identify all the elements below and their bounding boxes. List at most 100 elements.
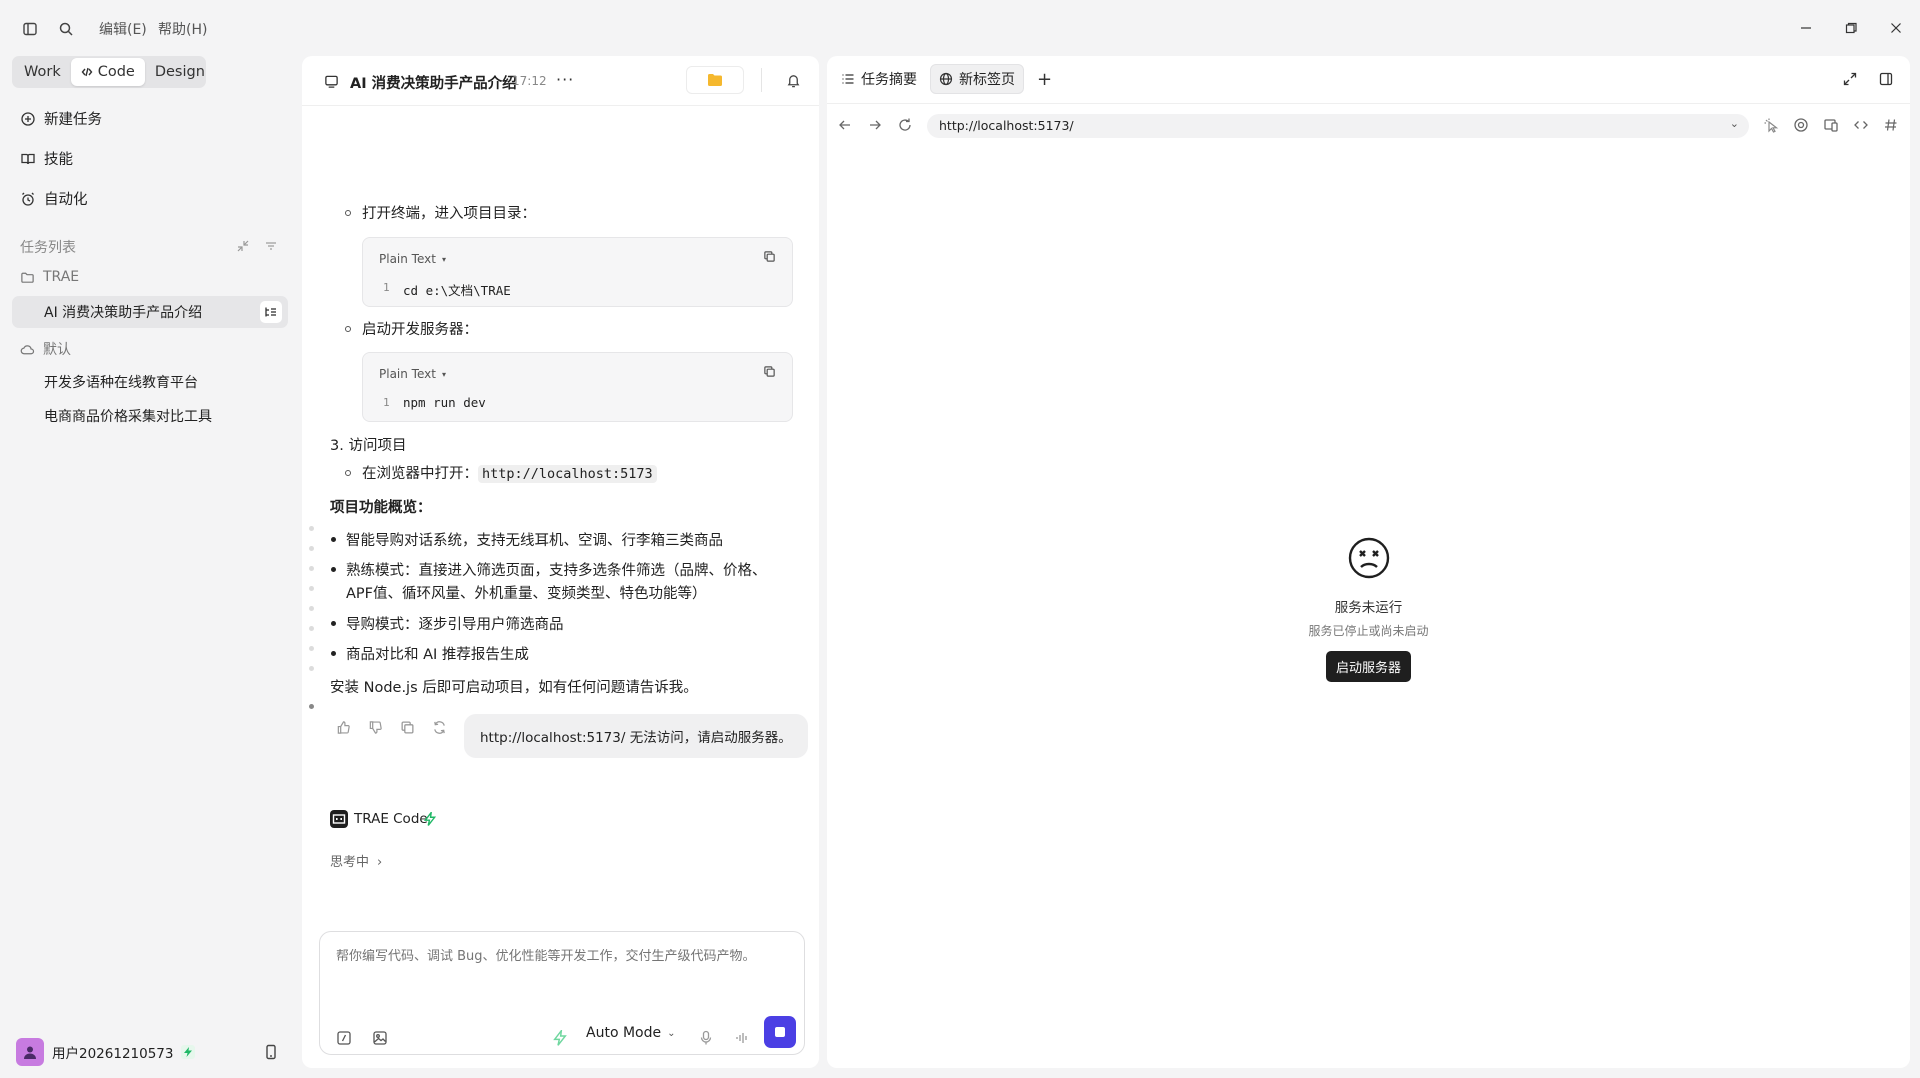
alarm-clock-icon	[20, 191, 36, 207]
skills-nav-item[interactable]: 技能	[20, 148, 73, 169]
chevron-down-icon[interactable]: ⌄	[1730, 117, 1739, 130]
line-number: 1	[383, 281, 390, 294]
url-input[interactable]	[939, 118, 1699, 133]
thumbs-up-icon[interactable]	[336, 720, 354, 738]
overview-heading: 项目功能概览：	[330, 500, 432, 516]
forward-icon[interactable]	[867, 117, 885, 135]
title-bar: 编辑(E) 帮助(H)	[0, 0, 1920, 56]
sad-face-icon	[1347, 536, 1391, 580]
book-icon	[20, 151, 36, 167]
bell-icon[interactable]	[786, 73, 801, 88]
menu-edit[interactable]: 编辑(E)	[99, 19, 147, 39]
add-tab-icon[interactable]: +	[1037, 69, 1052, 90]
sidebar: Work Code Design 新建任务 技能 自动化 任务列表 TRAE A…	[0, 56, 300, 1078]
gutter-dot	[309, 526, 314, 531]
chat-input-box: Auto Mode⌄	[319, 931, 805, 1055]
code-language-selector[interactable]: Plain Text ▾	[379, 252, 446, 266]
tab-task-summary[interactable]: 任务摘要	[833, 64, 925, 94]
mode-code[interactable]: Code	[70, 58, 145, 86]
open-in-browser: 在浏览器中打开： http://localhost:5173	[362, 462, 657, 483]
close-icon[interactable]	[1884, 16, 1908, 40]
image-upload-icon[interactable]	[372, 1030, 390, 1048]
automation-nav-item[interactable]: 自动化	[20, 188, 88, 209]
user-message: http://localhost:5173/ 无法访问，请启动服务器。	[464, 714, 808, 758]
reload-icon[interactable]	[897, 117, 915, 135]
line-number: 1	[383, 396, 390, 409]
filter-icon[interactable]	[264, 239, 278, 253]
bullet	[331, 621, 336, 626]
gutter-dot	[309, 606, 314, 611]
chevron-down-icon: ⌄	[667, 1027, 676, 1039]
agent-name: TRAE Code	[354, 811, 428, 827]
group-default[interactable]: 默认	[20, 339, 71, 359]
copy-icon[interactable]	[400, 720, 418, 738]
more-icon[interactable]: ···	[556, 70, 574, 89]
back-icon[interactable]	[837, 117, 855, 135]
code-line: npm run dev	[403, 395, 486, 410]
header-divider	[761, 68, 762, 92]
tab-new-tab[interactable]: 新标签页	[930, 64, 1024, 94]
stop-button[interactable]	[764, 1016, 796, 1048]
mode-work[interactable]: Work	[14, 58, 71, 86]
step-three: 3. 访问项目	[330, 438, 407, 454]
new-task-button[interactable]: 新建任务	[20, 108, 102, 129]
hash-icon[interactable]	[1883, 117, 1901, 135]
chevron-down-icon: ▾	[441, 254, 446, 264]
code-line: cd e:\文档\TRAE	[403, 283, 511, 298]
search-icon[interactable]	[55, 18, 77, 40]
gutter-dot	[309, 566, 314, 571]
feature-item: 导购模式：逐步引导用户筛选商品	[346, 617, 564, 633]
code-language-selector[interactable]: Plain Text ▾	[379, 367, 446, 381]
device-icon[interactable]	[1823, 117, 1841, 135]
thinking-status[interactable]: 思考中 ›	[330, 851, 382, 870]
task-list-icon[interactable]	[260, 301, 282, 323]
task-item[interactable]: 开发多语种在线教育平台	[12, 366, 288, 398]
globe-icon	[939, 72, 953, 86]
bullet	[331, 567, 336, 572]
folder-icon	[708, 74, 722, 86]
folder-button[interactable]	[686, 66, 744, 94]
gutter-dot	[309, 546, 314, 551]
gutter-dot	[309, 586, 314, 591]
menu-help[interactable]: 帮助(H)	[158, 19, 207, 39]
phone-icon[interactable]	[264, 1044, 278, 1060]
task-list-label: 任务列表	[20, 240, 76, 256]
lightning-icon	[553, 1030, 571, 1048]
group-trae[interactable]: TRAE	[20, 269, 79, 285]
copy-icon[interactable]	[763, 250, 776, 263]
copy-icon[interactable]	[763, 365, 776, 378]
restore-icon[interactable]	[1839, 16, 1863, 40]
status-description: 服务已停止或尚未启动	[1308, 624, 1429, 638]
cursor-select-icon[interactable]	[1763, 117, 1781, 135]
waveform-icon[interactable]	[735, 1030, 753, 1048]
collapse-icon[interactable]	[236, 239, 250, 253]
thumbs-down-icon[interactable]	[368, 720, 386, 738]
task-item[interactable]: AI 消费决策助手产品介绍	[12, 296, 288, 328]
mode-selector[interactable]: Auto Mode ⌄	[586, 1025, 676, 1041]
sidebar-toggle-icon[interactable]	[19, 18, 41, 40]
mode-design[interactable]: Design	[145, 58, 215, 86]
list-icon	[841, 72, 855, 86]
microphone-icon[interactable]	[699, 1030, 717, 1048]
chat-bubble-icon	[324, 74, 339, 89]
user-profile[interactable]: 用户20261210573	[16, 1038, 196, 1066]
code-view-icon[interactable]	[1853, 117, 1871, 135]
regenerate-icon[interactable]	[432, 720, 450, 738]
target-icon[interactable]	[1793, 117, 1811, 135]
server-status: 服务未运行 服务已停止或尚未启动 启动服务器	[827, 536, 1910, 682]
mode-switch: Work Code Design	[12, 56, 206, 88]
preview-tab-bar: 任务摘要 新标签页 +	[827, 56, 1910, 104]
code-icon	[81, 66, 93, 78]
bullet	[345, 470, 351, 476]
chat-input[interactable]	[336, 949, 786, 964]
start-server-button[interactable]: 启动服务器	[1325, 651, 1411, 682]
panel-layout-icon[interactable]	[1879, 72, 1893, 86]
slash-command-icon[interactable]	[336, 1030, 354, 1048]
bullet	[345, 326, 351, 332]
task-item[interactable]: 电商商品价格采集对比工具	[12, 400, 288, 432]
expand-icon[interactable]	[1843, 72, 1857, 86]
chat-time: 17:12	[512, 74, 547, 88]
minimize-icon[interactable]	[1794, 16, 1818, 40]
inline-code-url[interactable]: http://localhost:5173	[478, 465, 657, 483]
bullet	[331, 537, 336, 542]
